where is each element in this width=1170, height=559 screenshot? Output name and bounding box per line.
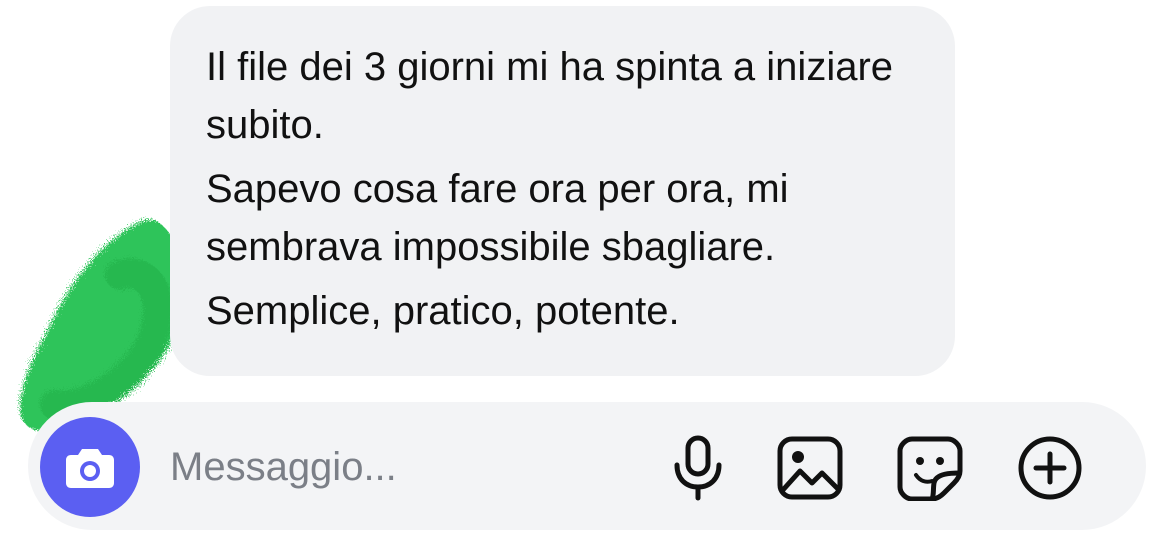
microphone-icon <box>674 435 722 501</box>
message-bubble: Il file dei 3 giorni mi ha spinta a iniz… <box>170 6 955 376</box>
gallery-button[interactable] <box>774 432 846 504</box>
message-paragraph: Semplice, pratico, potente. <box>206 289 680 333</box>
camera-button[interactable] <box>40 417 140 517</box>
image-icon <box>777 436 843 500</box>
sticker-icon <box>897 436 963 501</box>
camera-icon <box>66 449 114 488</box>
message-paragraph: Sapevo cosa fare ora per ora, mi sembrav… <box>206 167 789 269</box>
add-button[interactable] <box>1014 432 1086 504</box>
message-input[interactable]: Messaggio... <box>170 440 397 494</box>
microphone-button[interactable] <box>662 432 734 504</box>
message-paragraph: Il file dei 3 giorni mi ha spinta a iniz… <box>206 45 894 147</box>
sticker-button[interactable] <box>894 432 966 504</box>
add-icon <box>1018 436 1082 500</box>
